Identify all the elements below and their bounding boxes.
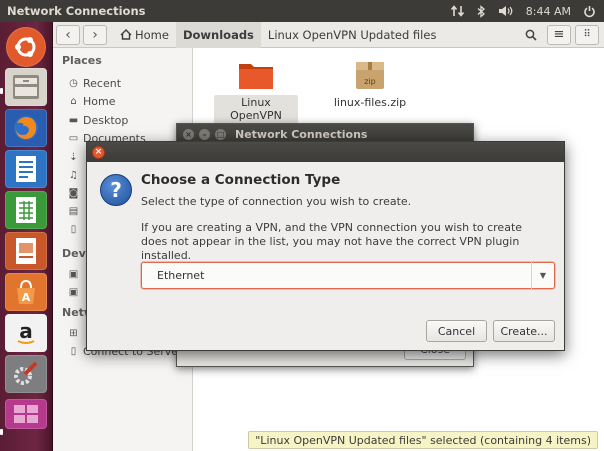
home-icon <box>120 29 132 40</box>
archive-icon <box>356 62 384 89</box>
breadcrumb-current-folder[interactable]: Linux OpenVPN Updated files <box>261 22 444 48</box>
sidebar-item-desktop[interactable]: ▬ Desktop <box>68 112 129 129</box>
cancel-button[interactable]: Cancel <box>426 320 487 342</box>
sidebar-item-videos[interactable]: ▤ <box>68 203 79 220</box>
ubuntu-dash-icon[interactable] <box>6 27 46 67</box>
toolbar-right: ≡ ⠿ <box>519 24 604 45</box>
dialog-heading: Choose a Connection Type <box>141 172 341 188</box>
active-app-title: Network Connections <box>7 4 146 18</box>
sidebar-item-downloads[interactable]: ⇣ <box>68 149 79 166</box>
folder-icon: ▬ <box>68 115 79 126</box>
chevron-right-icon: › <box>92 26 98 43</box>
chevron-down-icon: ▼ <box>539 271 547 280</box>
sidebar-item-label: Desktop <box>83 114 129 127</box>
search-button[interactable] <box>519 25 543 45</box>
sidebar-item-home[interactable]: ⌂ Home <box>68 93 115 110</box>
home-icon: ⌂ <box>70 96 77 107</box>
network-arrows-icon[interactable] <box>450 5 465 17</box>
film-icon: ▤ <box>68 206 79 217</box>
hamburger-icon: ≡ <box>553 27 565 42</box>
bluetooth-icon[interactable] <box>477 4 486 18</box>
drive-icon: ▣ <box>68 287 79 298</box>
minimize-icon[interactable]: – <box>199 128 210 140</box>
close-icon[interactable]: × <box>183 128 194 140</box>
sidebar-item-device[interactable]: ▣ <box>68 284 79 301</box>
camera-icon: ◙ <box>68 188 79 199</box>
sidebar-item-recent[interactable]: ◷ Recent <box>68 75 121 92</box>
download-icon: ⇣ <box>69 152 78 163</box>
firefox-icon[interactable] <box>5 109 47 147</box>
software-center-icon[interactable]: A <box>5 273 47 311</box>
grid-icon: ⠿ <box>583 29 591 40</box>
question-icon: ? <box>100 174 132 206</box>
sidebar-item-label: Recent <box>83 77 122 90</box>
sidebar-item-pictures[interactable]: ◙ <box>68 185 79 202</box>
writer-icon[interactable] <box>5 150 47 188</box>
files-icon[interactable] <box>5 68 47 106</box>
connection-type-value: Ethernet <box>157 269 205 282</box>
power-icon[interactable] <box>583 5 596 18</box>
create-button[interactable]: Create... <box>493 320 555 342</box>
forward-button[interactable]: › <box>83 24 107 45</box>
music-icon: ♫ <box>69 170 78 181</box>
dialog-info: If you are creating a VPN, and the VPN c… <box>141 221 523 262</box>
breadcrumb-home-label: Home <box>135 27 169 42</box>
indicator-area: 8:44 AM <box>450 4 604 18</box>
dialog-subtitle: Select the type of connection you wish t… <box>141 195 412 208</box>
drive-icon: ▣ <box>68 269 79 280</box>
network-icon: ⊞ <box>69 328 78 339</box>
system-settings-icon[interactable] <box>5 355 47 393</box>
connection-type-dialog: × ? Choose a Connection Type Select the … <box>86 141 565 351</box>
close-icon[interactable]: × <box>92 145 105 159</box>
folder-icon <box>239 64 273 89</box>
maximize-icon[interactable]: □ <box>215 128 226 140</box>
dialog-titlebar: × <box>87 142 564 162</box>
sidebar-item-trash[interactable]: ▯ <box>68 221 79 238</box>
breadcrumb-downloads[interactable]: Downloads <box>175 21 261 48</box>
connection-type-select[interactable]: Ethernet ▼ <box>141 262 555 289</box>
volume-icon[interactable] <box>498 5 514 17</box>
nc-title: Network Connections <box>235 127 368 141</box>
svg-text:A: A <box>22 291 31 304</box>
zip-item[interactable]: zip linux-files.zip <box>326 59 414 110</box>
chevron-left-icon: ‹ <box>65 26 71 43</box>
trash-icon: ▯ <box>70 224 77 235</box>
sidebar-item-device[interactable]: ▣ <box>68 266 79 283</box>
svg-text:a: a <box>19 319 33 343</box>
sidebar-item-label: Home <box>83 95 116 108</box>
launcher: A a <box>0 22 53 451</box>
sidebar-item-music[interactable]: ♫ <box>68 167 79 184</box>
menu-button[interactable]: ≡ <box>547 24 571 45</box>
document-icon: ▭ <box>68 133 79 144</box>
file-label: linux-files.zip <box>333 96 407 109</box>
zip-badge: zip <box>364 77 376 86</box>
top-panel: Network Connections 8:44 AM <box>0 0 604 22</box>
clock[interactable]: 8:44 AM <box>526 5 571 18</box>
calc-icon[interactable] <box>5 191 47 229</box>
breadcrumb-home[interactable]: Home <box>113 22 176 48</box>
amazon-icon[interactable]: a <box>5 314 47 352</box>
impress-icon[interactable] <box>5 232 47 270</box>
search-icon <box>525 29 537 41</box>
workspace-switcher-icon[interactable] <box>5 399 47 429</box>
view-options-button[interactable]: ⠿ <box>575 24 599 45</box>
status-bar: "Linux OpenVPN Updated files" selected (… <box>248 431 598 449</box>
clock-icon: ◷ <box>69 78 78 89</box>
file-manager-toolbar: ‹ › Home Downloads Linux OpenVPN Updated… <box>53 21 604 48</box>
running-indicator <box>0 88 3 94</box>
sidebar-places-header: Places <box>62 54 102 67</box>
active-indicator <box>0 429 3 435</box>
sidebar-item-network[interactable]: ⊞ <box>68 325 79 342</box>
back-button[interactable]: ‹ <box>56 24 80 45</box>
server-icon: ▯ <box>70 346 77 357</box>
